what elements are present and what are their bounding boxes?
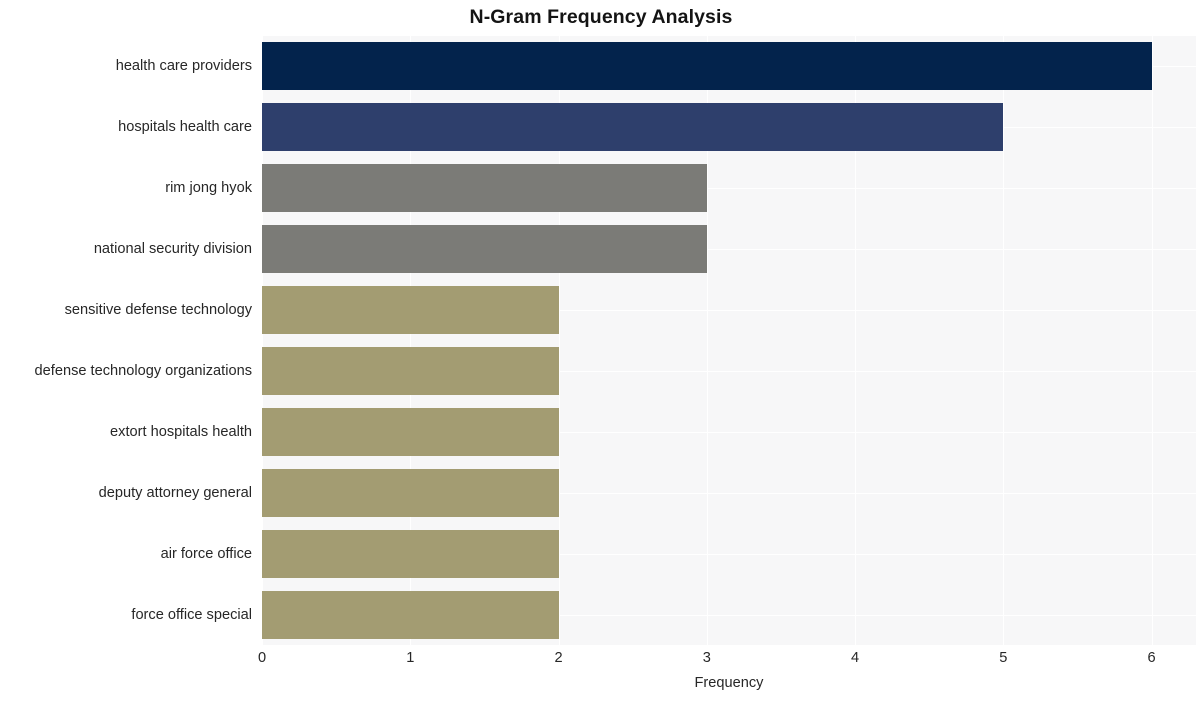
x-axis-title: Frequency xyxy=(694,675,764,691)
y-axis-tick-label: health care providers xyxy=(115,58,252,75)
y-axis-tick-label: hospitals health care xyxy=(118,119,252,136)
x-axis-tick-label: 6 xyxy=(1147,650,1156,666)
y-axis-tick-label: extort hospitals health xyxy=(110,423,252,440)
x-axis-tick-label: 3 xyxy=(702,650,711,666)
bar[interactable] xyxy=(262,225,707,274)
bar[interactable] xyxy=(262,286,559,335)
chart-title: N-Gram Frequency Analysis xyxy=(469,6,733,28)
x-axis-tick-label: 2 xyxy=(554,650,563,666)
chart-figure: N-Gram Frequency Analysis health care pr… xyxy=(0,0,1202,701)
bar[interactable] xyxy=(262,590,559,639)
y-axis-tick-labels: health care providers hospitals health ca… xyxy=(0,36,252,645)
bar[interactable] xyxy=(262,346,559,395)
x-axis-tick-label: 4 xyxy=(850,650,860,666)
plot-area xyxy=(262,36,1196,645)
y-axis-tick-label: deputy attorney general xyxy=(98,484,252,501)
y-axis-tick-label: force office special xyxy=(131,606,252,623)
bar[interactable] xyxy=(262,468,559,517)
x-axis-tick-label: 0 xyxy=(257,650,267,666)
y-axis-tick-label: defense technology organizations xyxy=(34,362,252,379)
x-axis-tick-label: 1 xyxy=(406,650,415,666)
x-axis-tick-label: 5 xyxy=(999,650,1008,666)
bar[interactable] xyxy=(262,164,707,213)
bar[interactable] xyxy=(262,103,1004,152)
x-axis-tick-labels: 0 1 2 3 4 5 6 xyxy=(258,650,1196,672)
bar[interactable] xyxy=(262,42,1152,91)
y-axis-tick-label: air force office xyxy=(160,545,252,562)
bar[interactable] xyxy=(262,407,559,456)
y-axis-tick-label: sensitive defense technology xyxy=(64,302,252,319)
y-axis-tick-label: rim jong hyok xyxy=(165,180,252,197)
bar[interactable] xyxy=(262,529,559,578)
y-axis-tick-label: national security division xyxy=(93,241,252,258)
